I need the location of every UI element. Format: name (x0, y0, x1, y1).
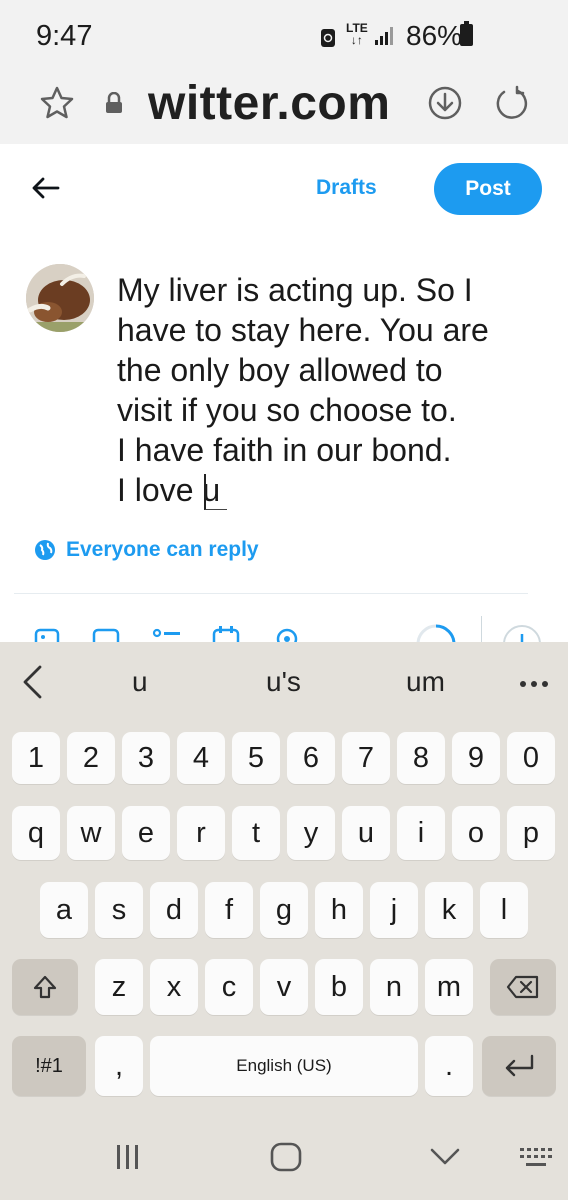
key-h[interactable]: h (315, 882, 363, 938)
key-s[interactable]: s (95, 882, 143, 938)
key-1[interactable]: 1 (12, 732, 60, 784)
bookmark-star-icon[interactable] (38, 84, 76, 122)
battery-icon (460, 21, 473, 46)
back-arrow-icon[interactable] (28, 170, 64, 206)
key-k[interactable]: k (425, 882, 473, 938)
drafts-button[interactable]: Drafts (316, 176, 377, 200)
period-key[interactable]: . (425, 1036, 473, 1096)
poll-icon[interactable] (152, 628, 182, 642)
backspace-icon (506, 975, 539, 999)
key-o[interactable]: o (452, 806, 500, 860)
space-key[interactable]: English (US) (150, 1036, 418, 1096)
home-icon[interactable] (270, 1142, 302, 1172)
comma-key[interactable]: , (95, 1036, 143, 1096)
key-2[interactable]: 2 (67, 732, 115, 784)
key-j[interactable]: j (370, 882, 418, 938)
globe-icon (35, 540, 55, 560)
key-d[interactable]: d (150, 882, 198, 938)
browser-url-bar: witter.com (0, 66, 568, 144)
key-w[interactable]: w (67, 806, 115, 860)
recycle-icon (321, 29, 335, 47)
more-options-icon[interactable] (519, 680, 549, 688)
add-thread-icon[interactable] (500, 622, 544, 642)
key-i[interactable]: i (397, 806, 445, 860)
key-t[interactable]: t (232, 806, 280, 860)
shift-arrow-icon (33, 975, 57, 999)
key-l[interactable]: l (480, 882, 528, 938)
reply-setting-button[interactable]: Everyone can reply (34, 538, 259, 562)
compose-toolbar (0, 614, 568, 642)
network-type: LTE ↓↑ (346, 21, 368, 47)
symbols-key[interactable]: !#1 (12, 1036, 86, 1096)
key-v[interactable]: v (260, 959, 308, 1015)
url-text[interactable]: witter.com (148, 76, 390, 131)
status-bar: 9:47 LTE ↓↑ 86% (0, 0, 568, 66)
key-6[interactable]: 6 (287, 732, 335, 784)
text-cursor (204, 474, 227, 510)
backspace-key[interactable] (490, 959, 556, 1015)
tweet-compose-textarea[interactable]: My liver is acting up. So I have to stay… (117, 270, 537, 510)
status-time: 9:47 (36, 20, 93, 52)
hide-keyboard-icon[interactable] (430, 1148, 460, 1166)
key-3[interactable]: 3 (122, 732, 170, 784)
key-n[interactable]: n (370, 959, 418, 1015)
key-y[interactable]: y (287, 806, 335, 860)
key-p[interactable]: p (507, 806, 555, 860)
reply-setting-label: Everyone can reply (66, 538, 259, 561)
key-7[interactable]: 7 (342, 732, 390, 784)
key-u[interactable]: u (342, 806, 390, 860)
suggestion-back-chevron-icon[interactable] (20, 664, 46, 700)
suggestion-2[interactable]: u's (266, 666, 301, 698)
keyboard-switch-icon[interactable] (518, 1146, 554, 1170)
shift-key[interactable] (12, 959, 78, 1015)
key-z[interactable]: z (95, 959, 143, 1015)
image-icon[interactable] (34, 628, 60, 642)
key-g[interactable]: g (260, 882, 308, 938)
toolbar-divider (481, 616, 482, 642)
battery-percentage: 86% (406, 20, 463, 51)
schedule-icon[interactable] (212, 626, 240, 642)
key-8[interactable]: 8 (397, 732, 445, 784)
suggestion-1[interactable]: u (132, 666, 148, 698)
key-a[interactable]: a (40, 882, 88, 938)
key-b[interactable]: b (315, 959, 363, 1015)
key-5[interactable]: 5 (232, 732, 280, 784)
post-button[interactable]: Post (434, 163, 542, 215)
suggestion-3[interactable]: um (406, 666, 445, 698)
enter-icon (505, 1054, 534, 1077)
recent-apps-icon[interactable] (114, 1144, 142, 1170)
key-e[interactable]: e (122, 806, 170, 860)
key-c[interactable]: c (205, 959, 253, 1015)
reload-icon[interactable] (492, 84, 530, 122)
key-m[interactable]: m (425, 959, 473, 1015)
suggestion-bar: u u's um (0, 642, 568, 724)
system-navigation-bar (0, 1110, 568, 1200)
key-f[interactable]: f (205, 882, 253, 938)
key-x[interactable]: x (150, 959, 198, 1015)
location-icon[interactable] (274, 628, 300, 642)
key-0[interactable]: 0 (507, 732, 555, 784)
lock-icon (106, 92, 122, 113)
key-q[interactable]: q (12, 806, 60, 860)
download-icon[interactable] (426, 84, 464, 122)
divider (14, 593, 528, 594)
signal-icon (375, 27, 393, 45)
character-count-ring-icon (416, 624, 456, 642)
enter-key[interactable] (482, 1036, 556, 1096)
key-4[interactable]: 4 (177, 732, 225, 784)
gif-icon[interactable] (92, 628, 120, 642)
avatar (26, 264, 94, 332)
key-r[interactable]: r (177, 806, 225, 860)
key-9[interactable]: 9 (452, 732, 500, 784)
